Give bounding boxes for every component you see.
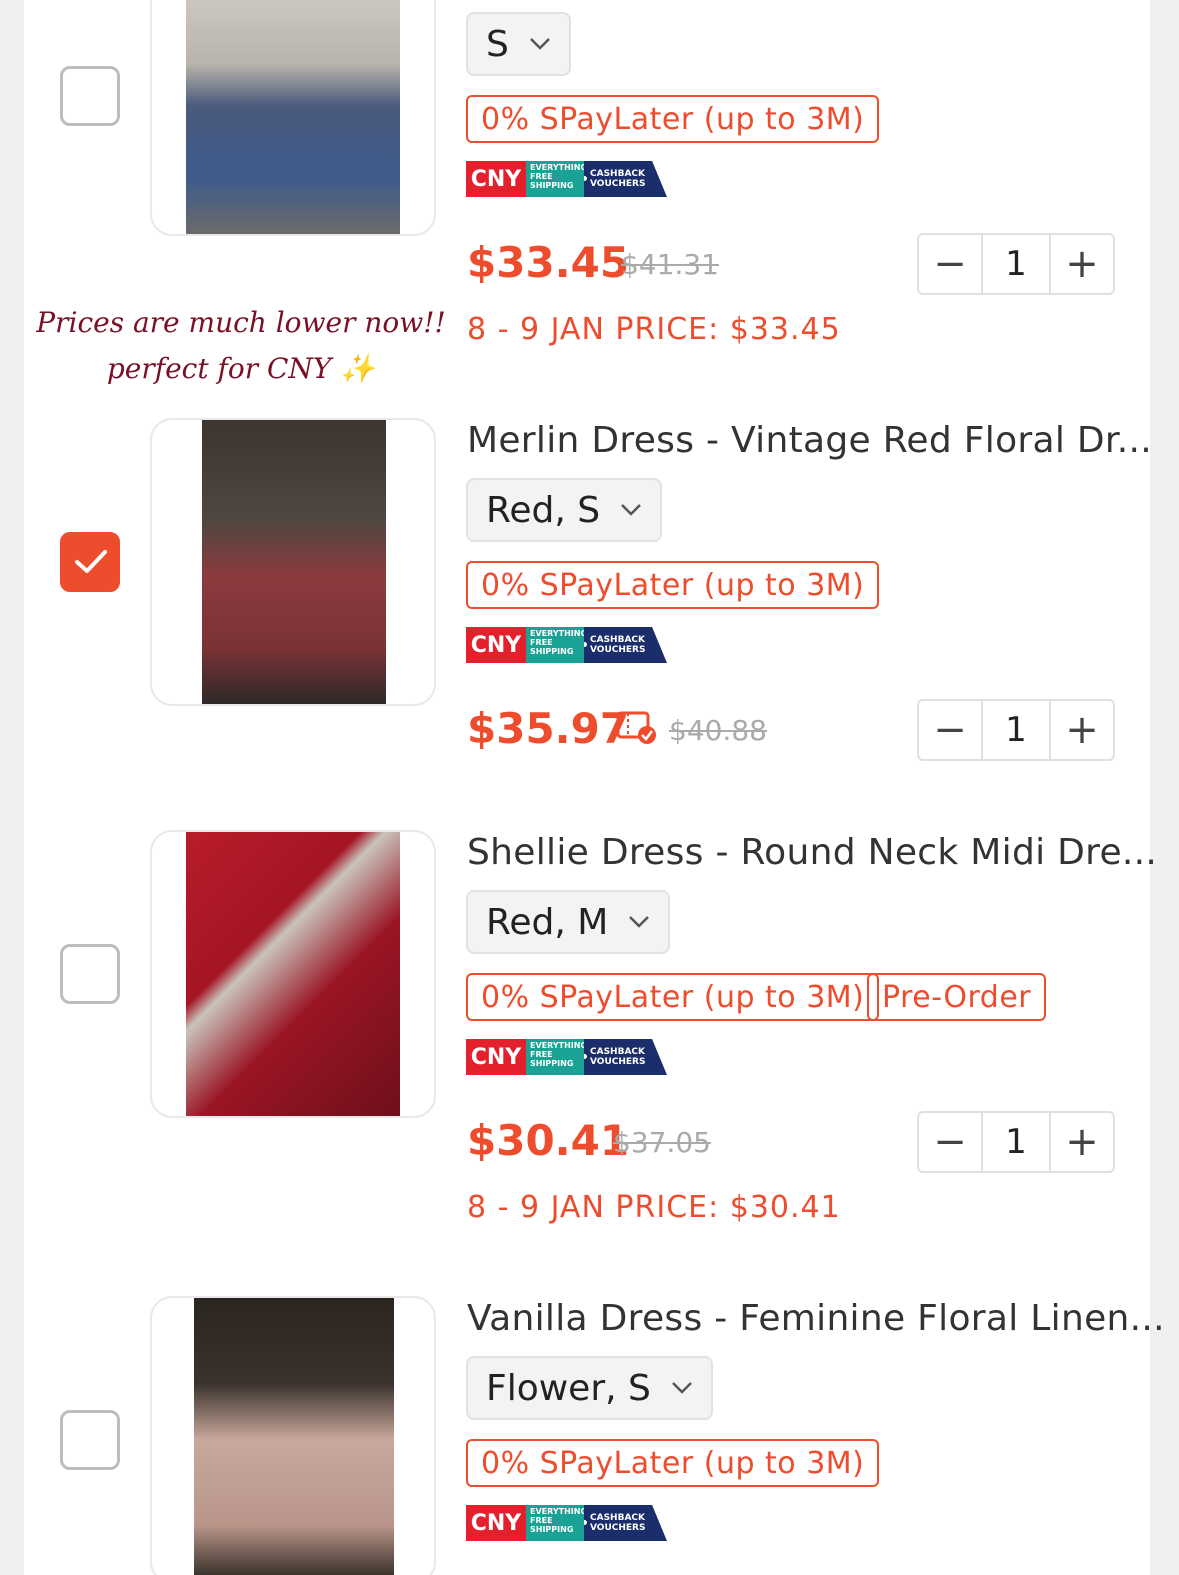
product-image[interactable] bbox=[150, 1296, 436, 1575]
variant-label: S bbox=[486, 23, 509, 65]
item-checkbox[interactable] bbox=[60, 66, 120, 126]
variant-selector[interactable]: Flower, S bbox=[466, 1356, 713, 1420]
cart-item: S 0% SPayLater (up to 3M) CNY EVERYTHING… bbox=[24, 0, 1150, 300]
handwritten-overlay-note: Prices are much lower now!! perfect for … bbox=[36, 306, 446, 385]
spaylater-tag: 0% SPayLater (up to 3M) bbox=[466, 95, 880, 143]
product-image[interactable] bbox=[150, 830, 436, 1118]
chevron-down-icon bbox=[671, 1382, 692, 1394]
original-price: $37.05 bbox=[613, 1126, 711, 1159]
cart-list: S 0% SPayLater (up to 3M) CNY EVERYTHING… bbox=[24, 0, 1165, 1575]
cny-promo-badge: CNY EVERYTHING FREE SHIPPING CASHBACK VO… bbox=[466, 1039, 667, 1075]
quantity-stepper[interactable]: − 1 + bbox=[917, 699, 1115, 761]
minus-button[interactable]: − bbox=[919, 1113, 981, 1171]
dress-photo bbox=[186, 832, 400, 1116]
chevron-down-icon bbox=[529, 38, 550, 50]
cny-promo-badge: CNY EVERYTHING FREE SHIPPING CASHBACK VO… bbox=[466, 1505, 667, 1541]
cart-item: Shellie Dress - Round Neck Midi Dre... R… bbox=[24, 830, 1157, 1250]
chevron-down-icon bbox=[629, 916, 650, 928]
variant-selector[interactable]: Red, S bbox=[466, 478, 663, 542]
product-title[interactable]: Shellie Dress - Round Neck Midi Dre... bbox=[467, 832, 1157, 873]
quantity-stepper[interactable]: − 1 + bbox=[917, 233, 1115, 295]
plus-button[interactable]: + bbox=[1051, 235, 1113, 293]
cny-promo-badge: CNY EVERYTHING FREE SHIPPING CASHBACK VO… bbox=[466, 627, 667, 663]
cart-item: Merlin Dress - Vintage Red Floral Dr... … bbox=[24, 418, 1152, 798]
quantity-stepper[interactable]: − 1 + bbox=[917, 1111, 1115, 1173]
voucher-applied-icon bbox=[616, 711, 656, 744]
item-checkbox[interactable] bbox=[60, 944, 120, 1004]
original-price: $40.88 bbox=[669, 714, 767, 747]
quantity-value[interactable]: 1 bbox=[981, 701, 1051, 759]
product-image[interactable] bbox=[150, 0, 436, 236]
spaylater-tag: 0% SPayLater (up to 3M) bbox=[466, 1439, 880, 1487]
sale-price: $35.97 bbox=[467, 704, 630, 753]
promo-price-note: 8 - 9 JAN PRICE: $33.45 bbox=[467, 312, 841, 347]
checkmark-icon bbox=[75, 550, 107, 573]
sale-price: $30.41 bbox=[467, 1116, 630, 1165]
chevron-down-icon bbox=[621, 504, 642, 516]
product-title[interactable]: Merlin Dress - Vintage Red Floral Dr... bbox=[467, 420, 1152, 461]
product-title[interactable]: Vanilla Dress - Feminine Floral Linen... bbox=[467, 1298, 1165, 1339]
item-checkbox[interactable] bbox=[60, 1410, 120, 1470]
dress-photo bbox=[186, 0, 400, 234]
variant-label: Red, S bbox=[486, 489, 601, 531]
variant-label: Flower, S bbox=[486, 1367, 651, 1409]
dress-photo bbox=[194, 1298, 394, 1575]
plus-button[interactable]: + bbox=[1051, 1113, 1113, 1171]
sale-price: $33.45 bbox=[467, 238, 630, 287]
minus-button[interactable]: − bbox=[919, 235, 981, 293]
promo-price-note: 8 - 9 JAN PRICE: $30.41 bbox=[467, 1190, 841, 1225]
quantity-value[interactable]: 1 bbox=[981, 235, 1051, 293]
product-image[interactable] bbox=[150, 418, 436, 706]
variant-selector[interactable]: Red, M bbox=[466, 890, 671, 954]
cny-promo-badge: CNY EVERYTHING FREE SHIPPING CASHBACK VO… bbox=[466, 161, 667, 197]
cart-item: Vanilla Dress - Feminine Floral Linen...… bbox=[24, 1296, 1165, 1575]
spaylater-tag: 0% SPayLater (up to 3M) bbox=[466, 973, 880, 1021]
spaylater-tag: 0% SPayLater (up to 3M) bbox=[466, 561, 880, 609]
preorder-tag: Pre-Order bbox=[867, 973, 1047, 1021]
variant-label: Red, M bbox=[486, 901, 609, 943]
item-checkbox[interactable] bbox=[60, 532, 120, 592]
minus-button[interactable]: − bbox=[919, 701, 981, 759]
original-price: $41.31 bbox=[621, 248, 719, 281]
variant-selector[interactable]: S bbox=[466, 12, 571, 76]
plus-button[interactable]: + bbox=[1051, 701, 1113, 759]
quantity-value[interactable]: 1 bbox=[981, 1113, 1051, 1171]
dress-photo bbox=[202, 420, 386, 704]
